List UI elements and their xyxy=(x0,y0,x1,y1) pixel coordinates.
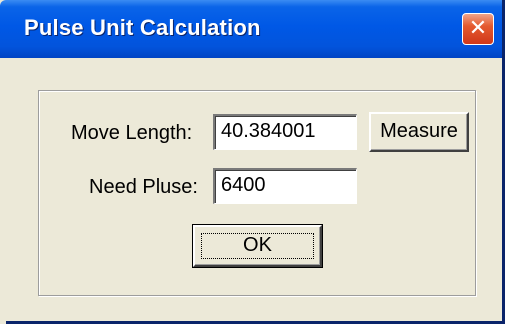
focus-rectangle xyxy=(201,233,314,259)
close-button[interactable]: ✕ xyxy=(462,13,494,45)
window-frame xyxy=(0,58,6,324)
need-pulse-field[interactable]: 6400 xyxy=(213,168,357,204)
need-pulse-label: Need Pluse: xyxy=(89,176,198,198)
close-icon: ✕ xyxy=(468,16,488,41)
dialog-window: Pulse Unit Calculation ✕ Move Length: 40… xyxy=(0,0,505,324)
title-bar[interactable]: Pulse Unit Calculation ✕ xyxy=(0,0,502,58)
ok-button[interactable]: OK xyxy=(192,224,323,268)
move-length-field[interactable]: 40.384001 xyxy=(213,114,357,150)
window-title: Pulse Unit Calculation xyxy=(24,15,261,40)
measure-button[interactable]: Measure xyxy=(369,112,469,152)
move-length-label: Move Length: xyxy=(71,122,193,144)
